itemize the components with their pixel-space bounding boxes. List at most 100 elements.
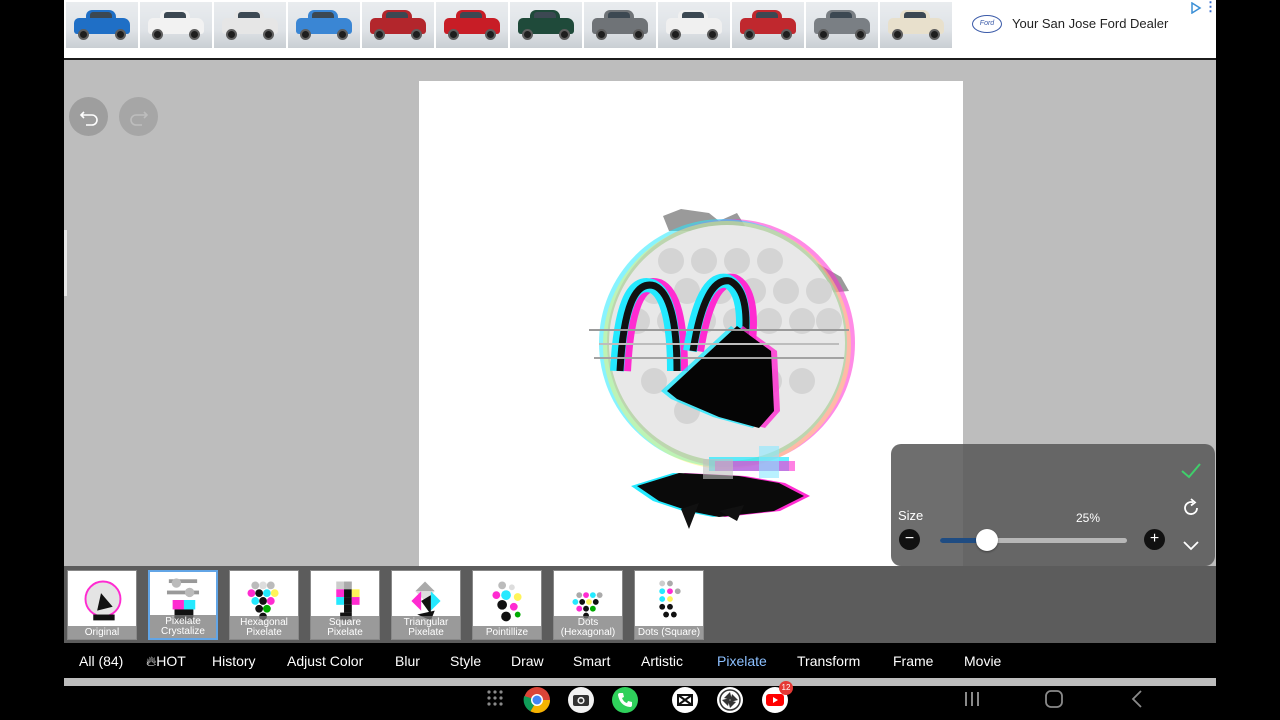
car-thumbnail[interactable]: [732, 2, 804, 48]
tab-pixelate[interactable]: Pixelate: [717, 653, 767, 669]
ford-logo: Ford: [972, 15, 1002, 33]
car-wheel: [596, 29, 607, 40]
size-slider[interactable]: [940, 529, 1127, 551]
increase-size-button[interactable]: +: [1144, 529, 1165, 550]
phone-icon[interactable]: [611, 686, 639, 714]
tab-style[interactable]: Style: [450, 653, 481, 669]
car-thumbnail[interactable]: [436, 2, 508, 48]
car-thumbnail[interactable]: [214, 2, 286, 48]
car-wheel: [263, 29, 274, 40]
capcut-icon[interactable]: [671, 686, 699, 714]
redo-icon: [129, 110, 148, 126]
tab-all[interactable]: All (84): [79, 653, 123, 669]
effect-dots-square[interactable]: Dots (Square): [634, 570, 704, 640]
car-wheel: [818, 29, 829, 40]
car-wheel: [522, 29, 533, 40]
effect-square-pixelate[interactable]: Square Pixelate: [310, 570, 380, 640]
car-window: [90, 12, 112, 18]
car-window: [682, 12, 704, 18]
car-wheel: [892, 29, 903, 40]
ad-banner[interactable]: Ford Your San Jose Ford Dealer ⋮: [64, 0, 1216, 60]
app-drawer-icon[interactable]: [485, 688, 505, 708]
tab-hot-label: HOT: [156, 653, 186, 669]
car-wheel: [115, 29, 126, 40]
tab-transform[interactable]: Transform: [797, 653, 860, 669]
car-wheel: [300, 29, 311, 40]
car-window: [164, 12, 186, 18]
car-wheel: [707, 29, 718, 40]
effect-triangular-pixelate[interactable]: Triangular Pixelate: [391, 570, 461, 640]
apply-check-icon[interactable]: [1179, 459, 1203, 483]
car-thumbnail[interactable]: [806, 2, 878, 48]
effect-label: Dots (Hexagonal): [554, 616, 622, 639]
redo-button[interactable]: [119, 97, 158, 136]
car-wheel: [411, 29, 422, 40]
tab-movie[interactable]: Movie: [964, 653, 1001, 669]
car-wheel: [781, 29, 792, 40]
tab-draw[interactable]: Draw: [511, 653, 544, 669]
car-thumbnail[interactable]: [880, 2, 952, 48]
car-thumbnail[interactable]: [584, 2, 656, 48]
car-window: [312, 12, 334, 18]
effect-label: Pointillize: [473, 626, 541, 639]
effect-original[interactable]: Original: [67, 570, 137, 640]
effect-dots-hexagonal[interactable]: Dots (Hexagonal): [553, 570, 623, 640]
ad-headline[interactable]: Your San Jose Ford Dealer: [1012, 16, 1168, 31]
size-value: 25%: [1076, 511, 1101, 525]
recent-apps-icon[interactable]: [962, 690, 982, 708]
effect-label: Hexagonal Pixelate: [230, 616, 298, 639]
car-window: [904, 12, 926, 18]
back-icon[interactable]: [1129, 689, 1145, 709]
tab-smart[interactable]: Smart: [573, 653, 610, 669]
car-window: [756, 12, 778, 18]
car-wheel: [559, 29, 570, 40]
ad-choices-icon[interactable]: [1190, 2, 1202, 14]
tab-hot[interactable]: 🔥︎HOT: [146, 653, 186, 670]
effect-pixelate-crystalize[interactable]: Pixelate Crystalize: [148, 570, 218, 640]
ad-menu-icon[interactable]: ⋮: [1204, 0, 1216, 14]
home-icon[interactable]: [1044, 689, 1064, 709]
tab-history[interactable]: History: [212, 653, 256, 669]
size-slider-handle[interactable]: [975, 529, 998, 551]
car-wheel: [374, 29, 385, 40]
car-thumbnail[interactable]: [66, 2, 138, 48]
image-canvas[interactable]: [419, 81, 963, 626]
chevron-down-icon[interactable]: [1179, 533, 1203, 557]
car-thumbnail[interactable]: [510, 2, 582, 48]
car-thumbnail[interactable]: [362, 2, 434, 48]
car-wheel: [226, 29, 237, 40]
effect-pointillize[interactable]: Pointillize: [472, 570, 542, 640]
size-adjust-panel: Size 25% − +: [891, 444, 1215, 566]
effect-label: Original: [68, 626, 136, 639]
side-panel-handle[interactable]: [64, 230, 67, 296]
car-thumbnail[interactable]: [288, 2, 360, 48]
car-window: [534, 12, 556, 18]
car-wheel: [337, 29, 348, 40]
car-window: [238, 12, 260, 18]
flame-icon: 🔥︎: [146, 653, 157, 669]
car-wheel: [448, 29, 459, 40]
ad-car-strip[interactable]: [66, 2, 952, 48]
car-wheel: [633, 29, 644, 40]
tab-frame[interactable]: Frame: [893, 653, 933, 669]
decrease-size-button[interactable]: −: [899, 529, 920, 550]
pinwheel-app-icon[interactable]: [716, 686, 744, 714]
car-window: [608, 12, 630, 18]
undo-button[interactable]: [69, 97, 108, 136]
effect-preview: [492, 581, 522, 622]
reset-icon[interactable]: [1179, 496, 1203, 520]
tab-adjust-color[interactable]: Adjust Color: [287, 653, 363, 669]
effect-category-tabs: All (84) 🔥︎HOT History Adjust Color Blur…: [64, 643, 1216, 678]
chrome-icon[interactable]: [523, 686, 551, 714]
tab-blur[interactable]: Blur: [395, 653, 420, 669]
car-thumbnail[interactable]: [140, 2, 212, 48]
car-thumbnail[interactable]: [658, 2, 730, 48]
undo-icon: [79, 110, 98, 126]
effect-preview: [84, 580, 122, 621]
tab-artistic[interactable]: Artistic: [641, 653, 683, 669]
camera-icon[interactable]: [567, 686, 595, 714]
effect-hexagonal-pixelate[interactable]: Hexagonal Pixelate: [229, 570, 299, 640]
effect-label: Triangular Pixelate: [392, 616, 460, 639]
effect-thumbnail-strip: Original Pixelate Crystalize Hexagonal P…: [64, 566, 1216, 643]
effect-preview: [659, 580, 681, 618]
